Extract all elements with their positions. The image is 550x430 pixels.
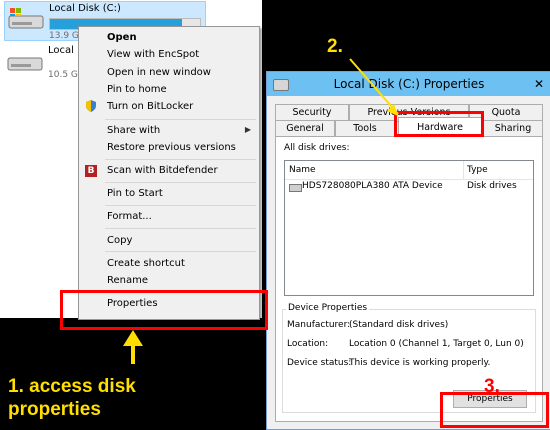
arrow-head-icon: [123, 330, 143, 346]
annotation-step-2: 2.: [327, 36, 343, 57]
arrow-head-icon: [387, 104, 398, 116]
arrow-line: [349, 58, 399, 115]
annotation-step-3: 3.: [484, 376, 500, 397]
annotation-arrows: [123, 58, 399, 364]
annotation-step-1-line-2: properties: [8, 399, 101, 420]
annotation-step-1-line-1: 1. access disk: [8, 376, 136, 397]
